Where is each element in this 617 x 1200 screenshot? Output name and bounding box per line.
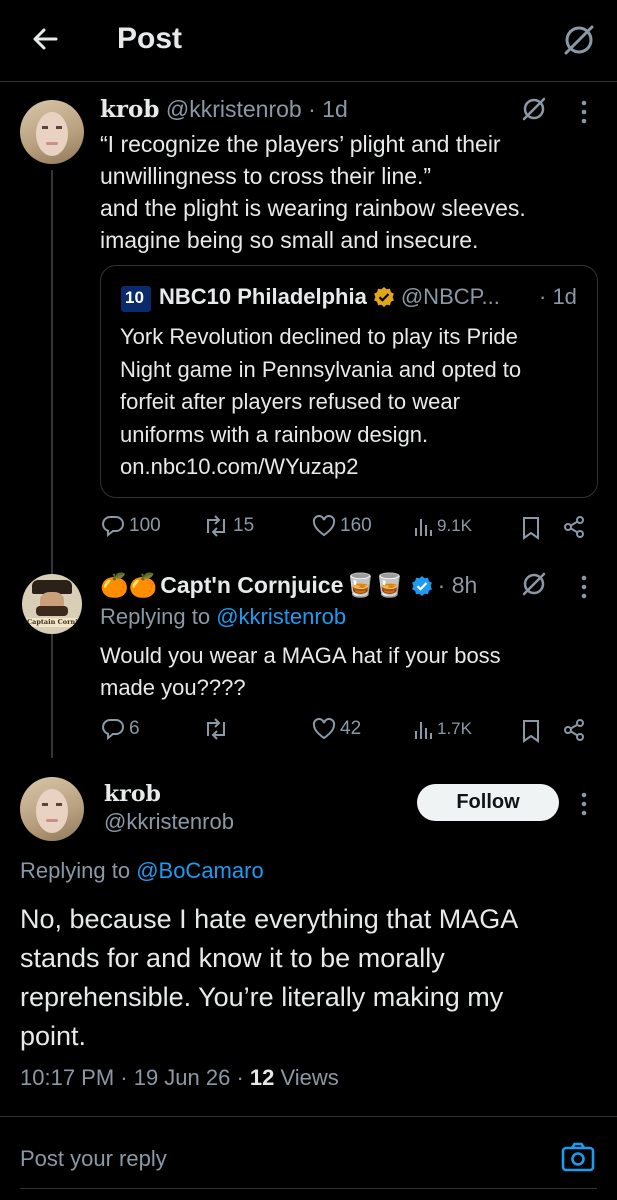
views-number: 12 — [249, 1065, 275, 1090]
author-handle[interactable]: @kkristenrob — [166, 96, 302, 122]
reply-button[interactable]: 100 — [101, 515, 161, 537]
reply-count: 6 — [129, 718, 140, 739]
views-count: 9.1K — [437, 516, 472, 535]
reply-composer: Post your reply — [0, 1116, 617, 1200]
nbc-logo[interactable]: 10 — [121, 286, 151, 312]
reply-input[interactable]: Post your reply — [20, 1146, 167, 1172]
grok-icon[interactable] — [520, 95, 548, 123]
quote-text-line: York Revolution declined to play its Pri… — [120, 324, 518, 349]
avatar[interactable] — [20, 777, 84, 841]
back-arrow-icon[interactable] — [30, 24, 60, 54]
author-handle[interactable]: @kkristenrob — [104, 809, 234, 835]
post-text-line: reprehensible. You’re literally making m… — [20, 982, 504, 1012]
views-label: Views — [274, 1065, 339, 1090]
more-options-icon[interactable] — [580, 100, 588, 124]
reply-icon — [101, 718, 125, 740]
like-button[interactable]: 42 — [312, 718, 361, 740]
post-text-line: made you???? — [100, 675, 246, 700]
camera-icon[interactable] — [561, 1141, 595, 1173]
author-name[interactable]: Capt'n Cornjuice — [160, 572, 343, 599]
post-timestamp: 10:17 PM · 19 Jun 26 · — [20, 1065, 250, 1090]
verified-gold-icon — [373, 286, 395, 308]
post-text-line: unwillingness to cross their line.” — [100, 163, 432, 189]
quote-text-line: forfeit after players refused to wear — [120, 389, 460, 414]
avatar[interactable] — [20, 100, 84, 164]
views-count: 1.7K — [437, 719, 472, 738]
verified-icon — [411, 575, 433, 597]
post-meta: 10:17 PM · 19 Jun 26 · 12 Views — [20, 1065, 339, 1091]
quote-text: York Revolution declined to play its Pri… — [120, 321, 521, 484]
heart-icon — [312, 718, 336, 740]
like-button[interactable]: 160 — [312, 515, 372, 537]
post-text: “I recognize the players’ plight and the… — [100, 128, 526, 256]
post-text-line: Would you wear a MAGA hat if your boss — [100, 643, 501, 668]
post-text: Would you wear a MAGA hat if your boss m… — [100, 640, 501, 704]
author-name[interactable]: krob — [104, 781, 161, 807]
quote-link[interactable]: on.nbc10.com/WYuzap2 — [120, 451, 521, 484]
repost-icon — [203, 515, 229, 537]
reply-button[interactable]: 6 — [101, 718, 140, 740]
post-time[interactable]: · 8h — [438, 572, 478, 599]
like-count: 160 — [340, 515, 372, 536]
grok-icon[interactable] — [520, 570, 548, 598]
heart-icon — [312, 515, 336, 537]
header-bar: Post — [0, 0, 617, 82]
share-icon[interactable] — [562, 515, 586, 539]
composer-underline — [20, 1188, 597, 1189]
quote-text-line: uniforms with a rainbow design. — [120, 421, 429, 447]
avatar[interactable]: Captain Cornjuice — [22, 574, 82, 634]
bookmark-icon[interactable] — [522, 719, 540, 743]
repost-count: 15 — [233, 515, 255, 536]
repost-button[interactable]: 15 — [203, 515, 254, 537]
post-text-line: imagine being so small and insecure. — [100, 227, 479, 253]
more-options-icon[interactable] — [580, 575, 588, 599]
more-options-icon[interactable] — [580, 792, 588, 816]
avatar-label: Captain Cornjuice — [27, 618, 82, 626]
views-button[interactable]: 1.7K — [413, 718, 472, 740]
replying-to-handle[interactable]: @BoCamaro — [136, 858, 264, 883]
grok-icon[interactable] — [561, 22, 597, 58]
page-title: Post — [117, 22, 183, 55]
post-text-line: point. — [20, 1021, 87, 1051]
post-text-line: No, because I hate everything that MAGA — [20, 904, 519, 934]
post-text-line: “I recognize the players’ plight and the… — [100, 131, 501, 157]
main-post-text: No, because I hate everything that MAGA … — [20, 900, 518, 1056]
quote-text-line: Night game in Pennsylvania and opted to — [120, 356, 522, 382]
repost-icon — [203, 718, 229, 740]
post-text-line: and the plight is wearing rainbow sleeve… — [100, 195, 526, 221]
views-icon — [413, 515, 433, 537]
quote-author-handle[interactable]: @NBCP... — [401, 284, 500, 310]
thread-line — [51, 170, 53, 758]
name-emoji-prefix: 🍊🍊 — [100, 572, 158, 598]
name-emoji-suffix: 🥃🥃 — [346, 572, 404, 598]
post-time[interactable]: · 1d — [308, 96, 348, 122]
repost-button[interactable] — [203, 718, 229, 740]
bookmark-icon[interactable] — [522, 516, 540, 540]
author-name[interactable]: krob — [100, 96, 159, 123]
replying-to-label: Replying to — [100, 604, 217, 629]
reply-count: 100 — [129, 515, 161, 536]
replying-to-label: Replying to — [20, 858, 137, 883]
quoted-post-card[interactable]: 10 NBC10 Philadelphia @NBCP... · 1d York… — [100, 265, 598, 498]
reply-icon — [101, 515, 125, 537]
views-icon — [413, 718, 433, 740]
views-button[interactable]: 9.1K — [413, 515, 472, 537]
follow-button[interactable]: Follow — [417, 784, 559, 821]
quote-author-name[interactable]: NBC10 Philadelphia — [159, 284, 367, 310]
replying-to-handle[interactable]: @kkristenrob — [216, 604, 346, 629]
quote-time[interactable]: · 1d — [539, 284, 577, 310]
like-count: 42 — [340, 718, 362, 739]
post-text-line: stands for and know it to be morally — [20, 943, 445, 973]
share-icon[interactable] — [562, 718, 586, 742]
